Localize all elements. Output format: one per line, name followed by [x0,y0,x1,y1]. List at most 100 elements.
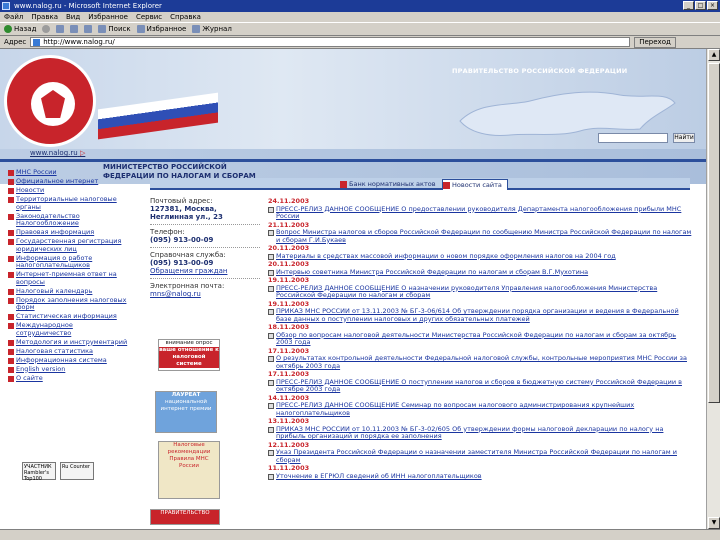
refresh-button[interactable] [70,25,79,33]
emblem-center [31,82,75,126]
news-headline: Уточнение в ЕГРЮЛ сведений об ИНН налого… [276,471,482,480]
scroll-up-arrow-icon[interactable]: ▲ [708,49,720,61]
nav-bullet-icon [8,348,14,355]
maximize-button[interactable]: □ [695,1,706,10]
site-header: ПРАВИТЕЛЬСТВО РОССИЙСКОЙ ФЕДЕРАЦИИ Найти [0,49,706,149]
site-home-link[interactable]: www.nalog.ru ▷ [30,149,85,157]
history-toolbar-button[interactable]: Журнал [192,25,232,33]
sidebar-nav-item[interactable]: О сайте [8,374,128,383]
citizen-appeals-link[interactable]: Обращения граждан [150,267,260,275]
sidebar-nav-item[interactable]: Налоговая статистика [8,346,128,356]
rucounter-badge[interactable]: Ru Counter [60,462,94,480]
news-item[interactable]: Интервью советника Министра Российской Ф… [268,267,693,277]
tab-site-news[interactable]: Новости сайта [442,179,508,190]
favorites-toolbar-button[interactable]: Избранное [136,25,186,33]
sidebar-nav-item[interactable]: Информация о работе налогоплательщиков [8,254,128,270]
menu-tools[interactable]: Сервис [136,12,162,22]
news-item[interactable]: О результатах контрольной деятельности Ф… [268,354,693,370]
news-headline: ПРЕСС-РЕЛИЗ ДАННОЕ СООБЩЕНИЕ О назначени… [276,283,658,299]
news-item[interactable]: ПРЕСС-РЕЛИЗ ДАННОЕ СООБЩЕНИЕ О назначени… [268,283,693,300]
scroll-down-arrow-icon[interactable]: ▼ [708,517,720,529]
survey-banner[interactable]: внимание опрос ваше отношение к налогово… [158,339,220,371]
go-button[interactable]: Переход [634,36,676,48]
sidebar-nav-item[interactable]: Официальное интернет [8,177,128,186]
sidebar-nav-item[interactable]: Международное сотрудничество [8,321,128,337]
sidebar-nav-label: Интернет-приемная ответ на вопросы [16,270,117,286]
news-headline: Материалы в средствах массовой информаци… [276,251,616,260]
sidebar-nav-label: Налоговый календарь [16,286,93,295]
search-toolbar-button[interactable]: Поиск [98,25,131,33]
news-headline: Указ Президента Российской Федерации о н… [276,448,677,464]
nav-bullet-icon [8,366,14,373]
sidebar-nav-item[interactable]: English version [8,364,128,374]
news-item[interactable]: ПРИКАЗ МНС РОССИИ от 13.11.2003 № БГ-3-0… [268,307,693,323]
sidebar-nav-item[interactable]: Государственная регистрация юридических … [8,237,128,253]
sidebar-nav-item[interactable]: Интернет-приемная ответ на вопросы [8,270,128,286]
sidebar-nav-label: Правовая информация [16,228,95,236]
document-icon [268,332,274,339]
sidebar-nav-label: Налоговая статистика [16,346,94,355]
vertical-scrollbar[interactable]: ▲ ▼ [706,49,720,529]
news-item[interactable]: ПРЕСС-РЕЛИЗ ДАННОЕ СООБЩЕНИЕ О предостав… [268,204,693,221]
news-item[interactable]: ПРЕСС-РЕЛИЗ ДАННОЕ СООБЩЕНИЕ О поступлен… [268,378,693,394]
home-button[interactable] [84,25,93,33]
menu-favorites[interactable]: Избранное [88,12,128,22]
counter-badges: УЧАСТНИК Rambler's Top100 Ru Counter [22,462,94,482]
sidebar-nav-item[interactable]: МНС России [8,168,128,177]
help-desk-value: (095) 913-00-09 [150,259,214,267]
nav-bullet-icon [8,255,14,262]
email-link[interactable]: mns@nalog.ru [150,290,260,298]
news-item[interactable]: Обзор по вопросам налоговой деятельности… [268,331,693,347]
news-item[interactable]: Вопрос Министра налогов и сборов Российс… [268,228,693,244]
news-item[interactable]: Материалы в средствах массовой информаци… [268,251,693,261]
sidebar-nav-item[interactable]: Информационная система [8,356,128,365]
sidebar-nav-item[interactable]: Порядок заполнения налоговых форм [8,295,128,312]
news-headline: ПРЕСС-РЕЛИЗ ДАННОЕ СООБЩЕНИЕ О предостав… [276,204,682,220]
news-item[interactable]: Указ Президента Российской Федерации о н… [268,448,693,464]
site-search-button[interactable]: Найти [673,133,695,143]
tab-marker-icon [443,182,450,189]
news-item[interactable]: Уточнение в ЕГРЮЛ сведений об ИНН налого… [268,471,693,481]
contact-divider [150,224,260,225]
tab-legal-acts[interactable]: Банк нормативных актов [340,179,438,190]
address-input[interactable]: http://www.nalog.ru/ [30,37,631,47]
menu-edit[interactable]: Правка [31,12,58,22]
menu-file[interactable]: Файл [4,12,23,22]
nav-bullet-icon [8,323,14,329]
tax-recommendations-banner[interactable]: Налоговые рекомендации Правила МНС Росси… [158,441,220,499]
site-search-input[interactable] [598,133,668,143]
window-title: www.nalog.ru - Microsoft Internet Explor… [14,2,162,10]
sidebar-nav-item[interactable]: Статистическая информация [8,312,128,321]
russia-map-graphic [459,91,676,136]
scrollbar-thumb[interactable] [708,63,720,403]
sidebar-nav-item[interactable]: Территориальные налоговые органы [8,195,128,211]
tab-marker-icon [340,181,347,188]
sidebar-nav-item[interactable]: Правовая информация [8,228,128,237]
close-button[interactable]: × [707,1,718,10]
menu-help[interactable]: Справка [170,12,201,22]
news-headline: Интервью советника Министра Российской Ф… [276,267,589,276]
forward-button[interactable] [42,25,51,33]
document-icon [268,450,274,456]
sidebar-nav-label: English version [16,364,66,373]
ie-app-icon [2,2,10,10]
document-icon [268,230,274,236]
home-icon [84,25,93,33]
news-item[interactable]: ПРИКАЗ МНС РОССИИ от 10.11.2003 № БГ-3-0… [268,425,693,441]
laureate-banner[interactable]: ЛАУРЕАТ национальной интернет премии [155,391,217,433]
back-button[interactable]: Назад [4,25,36,33]
rambler-top100-badge[interactable]: УЧАСТНИК Rambler's Top100 [22,462,56,482]
minimize-button[interactable]: _ [683,1,694,10]
sidebar-nav-item[interactable]: Налоговый календарь [8,286,128,296]
news-item[interactable]: ПРЕСС-РЕЛИЗ ДАННОЕ СООБЩЕНИЕ Семинар по … [268,401,693,417]
double-headed-eagle-icon [41,90,65,118]
sidebar-nav-item[interactable]: Новости [8,186,128,195]
stop-button[interactable] [56,25,65,33]
sidebar-nav-label: Порядок заполнения налоговых форм [16,295,127,311]
sidebar-nav-item[interactable]: Методология и инструментарий [8,338,128,347]
government-link[interactable]: ПРАВИТЕЛЬСТВО РОССИЙСКОЙ ФЕДЕРАЦИИ [452,67,627,75]
menu-view[interactable]: Вид [66,12,80,22]
government-banner[interactable]: ПРАВИТЕЛЬСТВО [150,509,220,525]
sidebar-nav-item[interactable]: Законодательство Налогообложение [8,212,128,228]
nav-bullet-icon [8,339,14,346]
